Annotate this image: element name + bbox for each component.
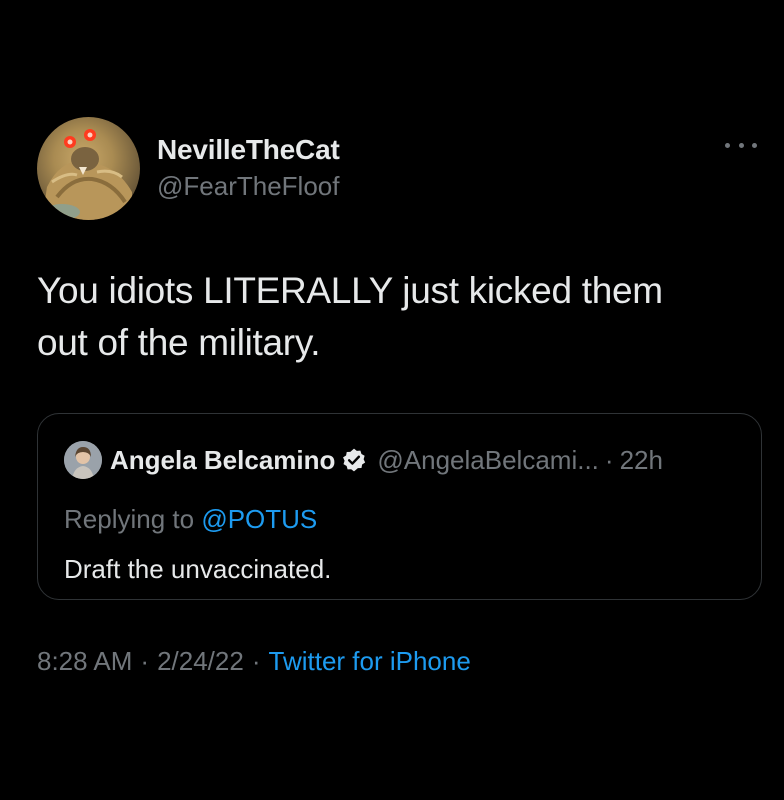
tweet-text: You idiots LITERALLY just kicked them ou… — [37, 265, 757, 369]
author-names: NevilleTheCat @FearTheFloof — [157, 133, 340, 203]
author-avatar[interactable] — [37, 117, 140, 220]
replying-to-label: Replying to — [64, 504, 202, 534]
tweet-header: NevilleTheCat @FearTheFloof — [37, 117, 757, 221]
separator-dot: · — [604, 444, 614, 475]
ellipsis-icon — [752, 142, 757, 148]
quoted-author-avatar — [64, 441, 102, 479]
replying-to-mention-link[interactable]: @POTUS — [201, 504, 317, 534]
quoted-author-display-name: Angela Belcamino — [110, 444, 336, 475]
quoted-tweet[interactable]: Angela Belcamino @AngelaBelcami... · 22h… — [37, 413, 762, 600]
ellipsis-icon — [725, 142, 730, 148]
tweet-text-line: out of the military. — [37, 322, 321, 363]
verified-badge-icon — [343, 448, 366, 472]
author-display-name[interactable]: NevilleTheCat — [157, 133, 340, 167]
tweet-text-line: You idiots LITERALLY just kicked them — [37, 270, 663, 311]
tweet-source-link[interactable]: Twitter for iPhone — [269, 646, 471, 676]
tweet-time[interactable]: 8:28 AM — [37, 646, 132, 676]
more-options-button[interactable] — [725, 135, 757, 155]
quoted-tweet-text: Draft the unvaccinated. — [64, 554, 332, 584]
separator-dot: · — [140, 646, 150, 676]
quoted-author-handle: @AngelaBelcami... — [377, 444, 599, 475]
ellipsis-icon — [738, 142, 744, 148]
tweet-meta: 8:28 AM · 2/24/22 · Twitter for iPhone — [37, 646, 471, 677]
cat-avatar-icon — [42, 129, 132, 220]
separator-dot: · — [251, 646, 261, 676]
replying-to-line: Replying to @POTUS — [64, 504, 317, 535]
quoted-tweet-header: Angela Belcamino @AngelaBelcami... · 22h — [64, 440, 663, 480]
author-handle[interactable]: @FearTheFloof — [157, 169, 340, 203]
person-avatar-icon — [64, 441, 102, 479]
tweet-date[interactable]: 2/24/22 — [157, 646, 244, 676]
tweet: NevilleTheCat @FearTheFloof You idiots L… — [0, 0, 784, 800]
quoted-tweet-time: 22h — [619, 444, 663, 475]
